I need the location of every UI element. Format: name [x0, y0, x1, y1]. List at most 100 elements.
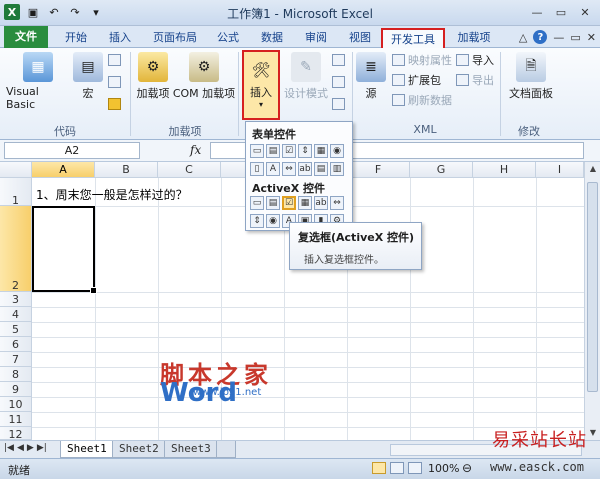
visual-basic-button[interactable]: ▦ Visual Basic: [6, 52, 70, 111]
option-button-icon[interactable]: ◉: [330, 144, 344, 158]
next-sheet-icon[interactable]: ▶: [27, 443, 34, 453]
select-all-corner[interactable]: [0, 162, 32, 178]
combo-list-edit-icon[interactable]: ▤: [314, 162, 328, 176]
help-icon[interactable]: ?: [533, 30, 548, 44]
row-header[interactable]: 3: [0, 292, 32, 307]
run-dialog-button[interactable]: [332, 98, 345, 110]
scroll-up-icon[interactable]: ▲: [585, 162, 600, 176]
spin-button-icon[interactable]: ⇕: [298, 144, 312, 158]
scroll-thumb[interactable]: [587, 182, 598, 392]
sheet-tab-1[interactable]: Sheet1: [60, 441, 114, 458]
expansion-packs-button[interactable]: 扩展包: [392, 72, 441, 88]
check-box-icon[interactable]: ☑: [282, 144, 296, 158]
window-restore-icon[interactable]: ▭: [570, 31, 580, 44]
activex-option-icon[interactable]: ◉: [266, 214, 280, 228]
row-header[interactable]: 1: [0, 178, 32, 207]
row-header[interactable]: 11: [0, 412, 32, 427]
activex-button-icon[interactable]: ▭: [250, 196, 264, 210]
insert-function-icon[interactable]: fx: [190, 143, 201, 157]
column-header[interactable]: A: [32, 162, 95, 178]
column-header[interactable]: C: [158, 162, 221, 178]
group-box-icon[interactable]: ▯: [250, 162, 264, 176]
import-icon: [456, 54, 469, 66]
column-header[interactable]: B: [95, 162, 158, 178]
design-mode-button[interactable]: ✎ 设计模式: [284, 52, 328, 101]
macro-security-button[interactable]: [108, 98, 121, 110]
relative-ref-button[interactable]: [108, 76, 121, 88]
import-button[interactable]: 导入: [456, 52, 494, 68]
tab-page-layout[interactable]: 页面布局: [146, 28, 204, 48]
activex-scrollbar-icon[interactable]: ⇔: [330, 196, 344, 210]
row-header[interactable]: 8: [0, 367, 32, 382]
refresh-data-icon: [392, 94, 405, 106]
row-header[interactable]: 6: [0, 337, 32, 352]
label-control-icon[interactable]: A: [266, 162, 280, 176]
tab-view[interactable]: 视图: [342, 28, 378, 48]
activex-checkbox-icon[interactable]: ☑: [282, 196, 296, 210]
tab-developer[interactable]: 开发工具: [381, 28, 445, 48]
activex-spin-icon[interactable]: ⇕: [250, 214, 264, 228]
tab-review[interactable]: 审阅: [298, 28, 334, 48]
view-code-button[interactable]: [332, 76, 345, 88]
row-header[interactable]: 12: [0, 427, 32, 440]
minimize-icon[interactable]: —: [526, 3, 548, 21]
name-box[interactable]: A2: [4, 142, 140, 159]
page-break-view-icon[interactable]: [408, 462, 422, 474]
addins-button[interactable]: ⚙ 加载项: [134, 52, 172, 101]
tab-file[interactable]: 文件: [4, 26, 48, 48]
window-minimize-icon[interactable]: —: [553, 31, 564, 44]
scroll-bar-icon[interactable]: ⇔: [282, 162, 296, 176]
combo-dropdown-edit-icon[interactable]: ▥: [330, 162, 344, 176]
activex-listbox-icon[interactable]: ▦: [298, 196, 312, 210]
row-header[interactable]: 9: [0, 382, 32, 397]
source-button[interactable]: ≣ 源: [356, 52, 386, 101]
vertical-scrollbar[interactable]: ▲ ▼: [584, 162, 600, 440]
insert-controls-button[interactable]: 🛠 插入 ▾: [242, 50, 280, 120]
record-macro-button[interactable]: [108, 54, 121, 66]
active-cell-a2[interactable]: [32, 206, 97, 294]
scroll-down-icon[interactable]: ▼: [585, 426, 600, 440]
list-box-icon[interactable]: ▦: [314, 144, 328, 158]
tab-formulas[interactable]: 公式: [210, 28, 246, 48]
row-header[interactable]: 10: [0, 397, 32, 412]
row-header[interactable]: 2: [0, 206, 32, 292]
insert-sheet-icon[interactable]: [216, 441, 236, 458]
zoom-out-icon[interactable]: ⊖: [462, 461, 472, 475]
row-header[interactable]: 4: [0, 307, 32, 322]
map-properties-button[interactable]: 映射属性: [392, 52, 452, 68]
properties-button[interactable]: [332, 54, 345, 66]
normal-view-icon[interactable]: [372, 462, 386, 474]
tab-addins[interactable]: 加载项: [451, 28, 497, 48]
tab-insert[interactable]: 插入: [102, 28, 138, 48]
export-button[interactable]: 导出: [456, 72, 494, 88]
macros-button[interactable]: ▤ 宏: [73, 52, 103, 101]
first-sheet-icon[interactable]: |◀: [4, 443, 14, 453]
window-close-icon[interactable]: ✕: [587, 31, 596, 44]
button-control-icon[interactable]: ▭: [250, 144, 264, 158]
cell-a1[interactable]: 1、周末您一般是怎样过的？: [36, 186, 188, 203]
column-header[interactable]: I: [536, 162, 584, 178]
row-header[interactable]: 7: [0, 352, 32, 367]
row-header[interactable]: 5: [0, 322, 32, 337]
com-addins-button[interactable]: ⚙ COM 加载项: [172, 52, 236, 101]
sheet-tab-2[interactable]: Sheet2: [112, 441, 166, 458]
activex-textbox-icon[interactable]: ab: [314, 196, 328, 210]
sheet-tab-3[interactable]: Sheet3: [164, 441, 218, 458]
prev-sheet-icon[interactable]: ◀: [17, 443, 24, 453]
restore-icon[interactable]: ▭: [550, 3, 572, 21]
text-field-icon[interactable]: ab: [298, 162, 312, 176]
column-header[interactable]: H: [473, 162, 536, 178]
minimize-ribbon-icon[interactable]: △: [519, 31, 527, 44]
column-header[interactable]: F: [347, 162, 410, 178]
tab-data[interactable]: 数据: [254, 28, 290, 48]
document-panel-button[interactable]: 🗎 文档面板: [506, 52, 556, 101]
tab-home[interactable]: 开始: [58, 28, 94, 48]
refresh-data-button[interactable]: 刷新数据: [392, 92, 452, 108]
close-icon[interactable]: ✕: [574, 3, 596, 21]
last-sheet-icon[interactable]: ▶|: [37, 443, 47, 453]
zoom-level[interactable]: 100%: [428, 462, 459, 475]
activex-combo-icon[interactable]: ▤: [266, 196, 280, 210]
page-layout-view-icon[interactable]: [390, 462, 404, 474]
combo-box-icon[interactable]: ▤: [266, 144, 280, 158]
column-header[interactable]: G: [410, 162, 473, 178]
